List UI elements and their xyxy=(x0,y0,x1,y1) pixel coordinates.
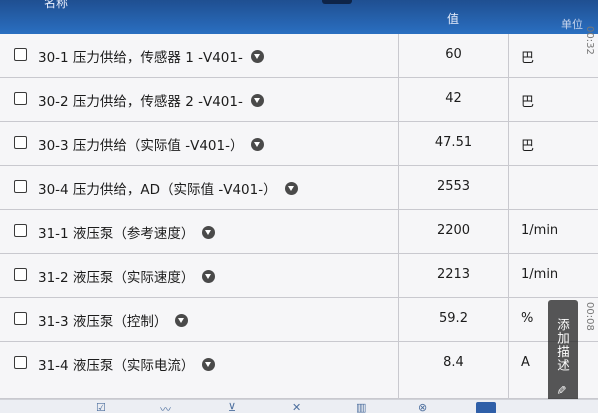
tools-icon[interactable]: ✕ xyxy=(292,401,301,413)
chevron-down-icon[interactable] xyxy=(250,94,264,107)
table-header: 名称 值 单位 xyxy=(0,0,598,34)
bottom-toolbar: ☑ 〰 ⊻ ✕ ▥ ⊗ xyxy=(0,399,598,413)
chevron-down-icon[interactable] xyxy=(251,138,265,151)
graph-icon[interactable]: 〰 xyxy=(160,401,171,413)
delete-icon[interactable]: ▥ xyxy=(356,401,366,413)
name-cell: 31-1 液压泵（参考速度） xyxy=(0,210,399,253)
name-cell: 31-4 液压泵（实际电流） xyxy=(0,342,399,398)
unit-cell: 巴 xyxy=(509,78,598,121)
name-cell: 30-2 压力供给，传感器 2 -V401- xyxy=(0,78,399,121)
chevron-down-icon[interactable] xyxy=(202,226,216,239)
row-value: 2200 xyxy=(436,223,471,238)
row-label: 31-2 液压泵（实际速度） xyxy=(38,270,195,286)
row-label: 31-4 液压泵（实际电流） xyxy=(38,358,195,374)
row-label: 30-3 压力供给（实际值 -V401-） xyxy=(38,138,244,154)
row-checkbox[interactable] xyxy=(14,92,27,105)
row-checkbox[interactable] xyxy=(14,180,27,193)
value-cell: 2213 xyxy=(399,254,509,297)
header-name: 名称 xyxy=(44,0,69,10)
row-value: 60 xyxy=(445,47,462,62)
value-cell: 2200 xyxy=(399,210,509,253)
value-cell: 2553 xyxy=(399,166,509,209)
row-checkbox[interactable] xyxy=(14,268,27,281)
unit-cell: 1/min xyxy=(509,210,598,253)
value-cell: 47.51 xyxy=(399,122,509,165)
name-cell: 30-3 压力供给（实际值 -V401-） xyxy=(0,122,399,165)
chevron-down-icon[interactable] xyxy=(284,182,298,195)
stop-icon[interactable]: ⊗ xyxy=(418,401,427,413)
row-unit: 1/min xyxy=(521,223,559,238)
header-value: 值 xyxy=(447,12,460,26)
row-unit: 1/min xyxy=(521,267,559,282)
checklist-icon[interactable]: ☑ xyxy=(96,401,106,413)
value-cell: 8.4 xyxy=(399,342,509,398)
row-checkbox[interactable] xyxy=(14,136,27,149)
record-icon[interactable] xyxy=(476,402,496,413)
chevron-down-icon[interactable] xyxy=(202,358,216,371)
row-value: 2553 xyxy=(436,179,471,194)
header-unit: 单位 xyxy=(561,18,583,31)
table-row[interactable]: 30-2 压力供给，传感器 2 -V401- 42 巴 xyxy=(0,78,598,122)
name-cell: 31-3 液压泵（控制） xyxy=(0,298,399,341)
row-value: 42 xyxy=(445,91,462,106)
row-unit: % xyxy=(521,311,534,326)
chevron-down-icon[interactable] xyxy=(202,270,216,283)
name-cell: 31-2 液压泵（实际速度） xyxy=(0,254,399,297)
unit-cell: 1/min xyxy=(509,254,598,297)
unit-cell: 巴 xyxy=(509,122,598,165)
row-checkbox[interactable] xyxy=(14,48,27,61)
table-row[interactable]: 30-1 压力供给，传感器 1 -V401- 60 巴 xyxy=(0,34,598,78)
filter-icon[interactable]: ⊻ xyxy=(228,401,236,413)
row-value: 8.4 xyxy=(443,355,464,370)
row-label: 31-1 液压泵（参考速度） xyxy=(38,226,195,242)
row-unit: A xyxy=(521,355,530,370)
row-unit: 巴 xyxy=(521,139,535,154)
row-label: 30-1 压力供给，传感器 1 -V401- xyxy=(38,50,243,66)
status-notch xyxy=(322,0,352,4)
unit-cell xyxy=(509,166,598,209)
value-cell: 60 xyxy=(399,34,509,77)
table-row[interactable]: 31-3 液压泵（控制） 59.2 % xyxy=(0,298,598,342)
row-value: 47.51 xyxy=(434,135,473,150)
row-label: 31-3 液压泵（控制） xyxy=(38,314,168,330)
row-value: 59.2 xyxy=(439,311,468,326)
recording-time-top: 00:32 xyxy=(584,26,595,55)
add-description-label[interactable]: 添加描述 xyxy=(553,318,572,372)
table-row[interactable]: 31-1 液压泵（参考速度） 2200 1/min xyxy=(0,210,598,254)
row-value: 2213 xyxy=(436,267,471,282)
value-cell: 59.2 xyxy=(399,298,509,341)
row-label: 30-4 压力供给，AD（实际值 -V401-） xyxy=(38,182,277,198)
table-row[interactable]: 30-3 压力供给（实际值 -V401-） 47.51 巴 xyxy=(0,122,598,166)
name-cell: 30-1 压力供给，传感器 1 -V401- xyxy=(0,34,399,77)
chevron-down-icon[interactable] xyxy=(175,314,189,327)
row-label: 30-2 压力供给，传感器 2 -V401- xyxy=(38,94,243,110)
row-unit: 巴 xyxy=(521,51,535,66)
table-row[interactable]: 30-4 压力供给，AD（实际值 -V401-） 2553 xyxy=(0,166,598,210)
screen: 名称 值 单位 30-1 压力供给，传感器 1 -V401- 60 巴 30-2… xyxy=(0,0,598,413)
chevron-down-icon[interactable] xyxy=(250,50,264,63)
table-row[interactable]: 31-2 液压泵（实际速度） 2213 1/min xyxy=(0,254,598,298)
row-checkbox[interactable] xyxy=(14,356,27,369)
row-checkbox[interactable] xyxy=(14,224,27,237)
recording-time-bottom: 00:08 xyxy=(584,302,595,331)
name-cell: 30-4 压力供给，AD（实际值 -V401-） xyxy=(0,166,399,209)
row-unit: 巴 xyxy=(521,95,535,110)
row-checkbox[interactable] xyxy=(14,312,27,325)
value-cell: 42 xyxy=(399,78,509,121)
table-row[interactable]: 31-4 液压泵（实际电流） 8.4 A xyxy=(0,342,598,399)
pen-icon: ✎ xyxy=(554,384,569,396)
